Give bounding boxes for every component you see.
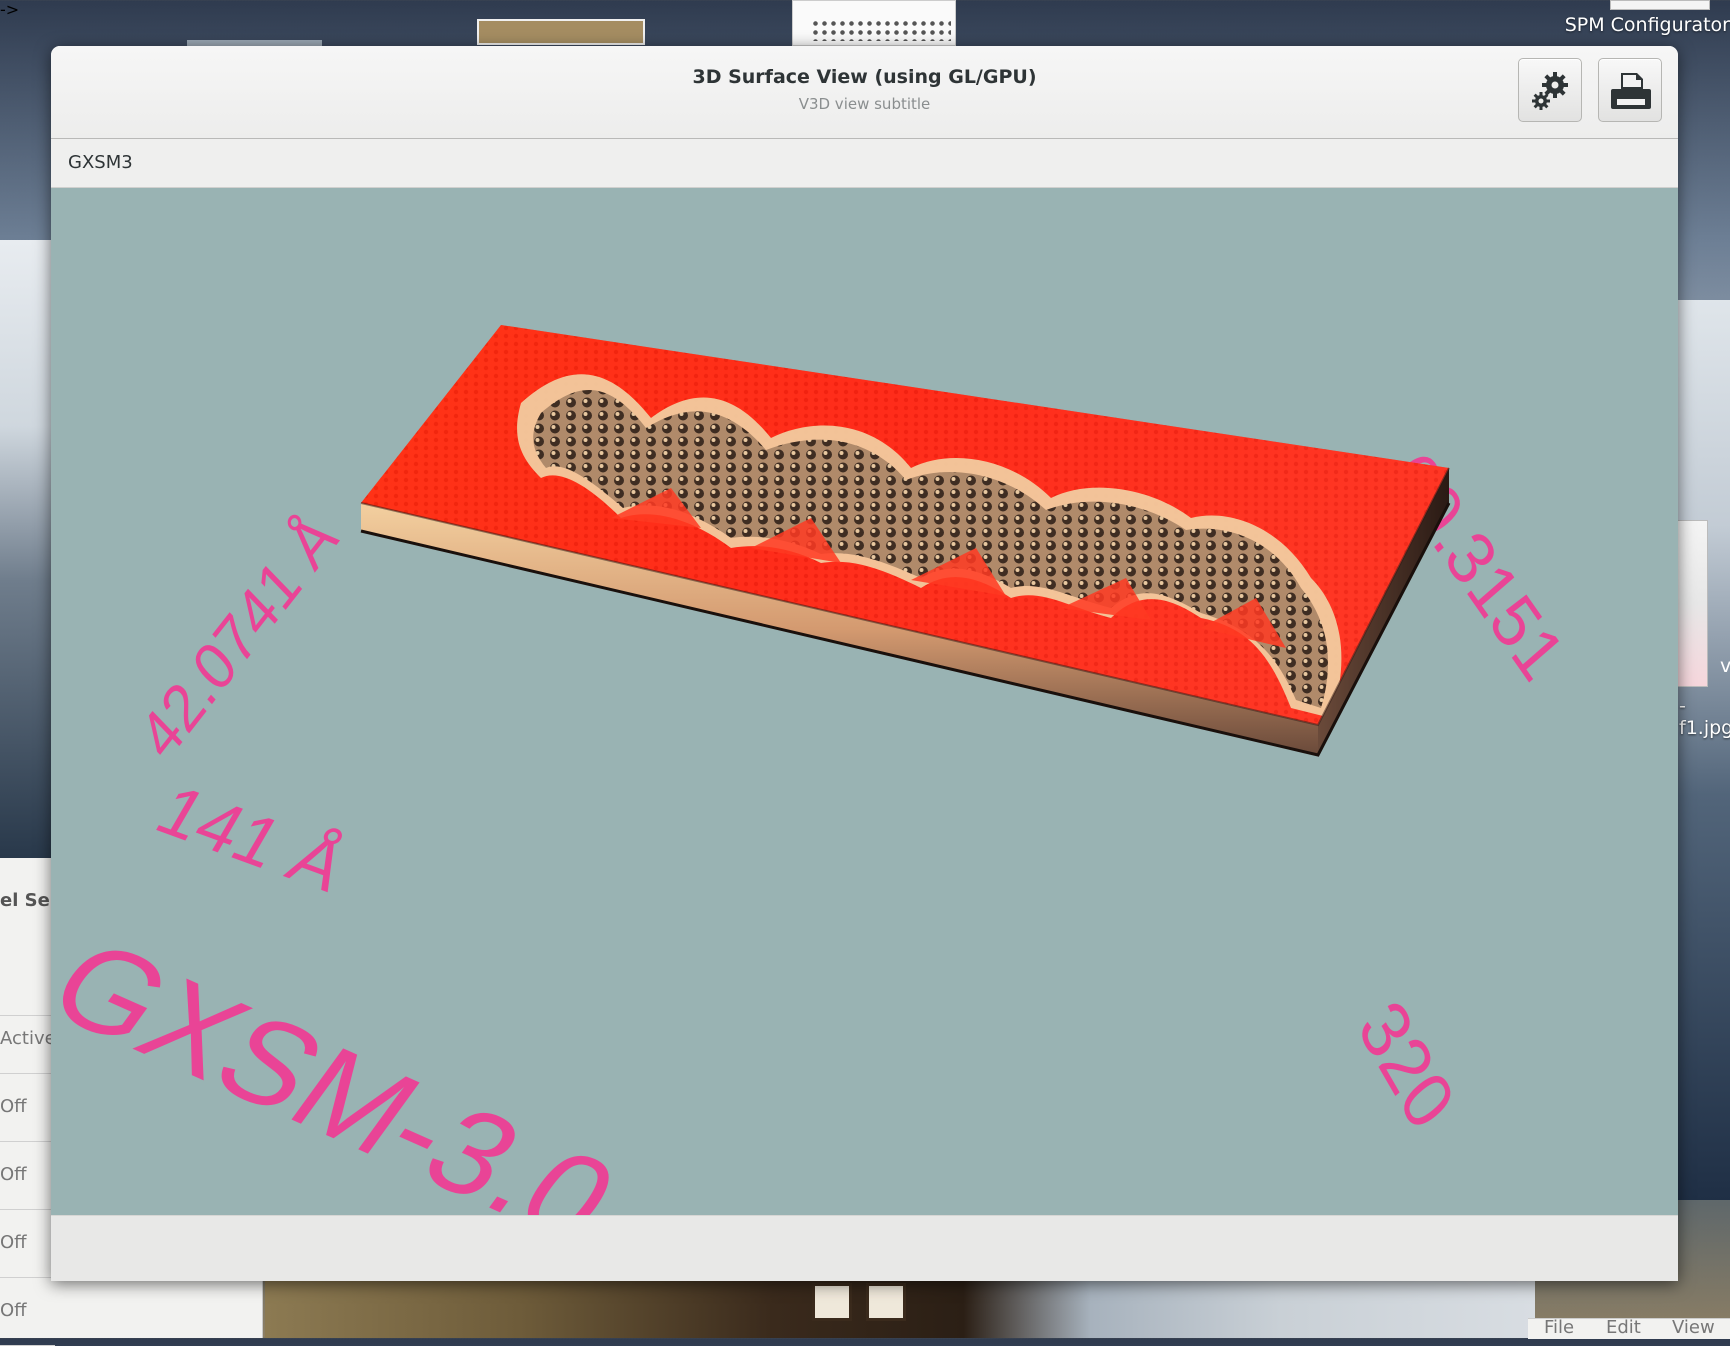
gears-icon: [1532, 72, 1568, 110]
desktop-wallpaper-right: [1670, 300, 1730, 1200]
status-bar: [51, 1215, 1678, 1281]
header-bar[interactable]: 3D Surface View (using GL/GPU) V3D view …: [51, 46, 1678, 139]
panel-row-active[interactable]: Active: [0, 1008, 56, 1074]
panel-row-off[interactable]: Off: [0, 1280, 55, 1346]
house-window: [866, 1283, 906, 1321]
panel-row-off[interactable]: Off: [0, 1212, 55, 1278]
surface-render: 42.0741 Å 60.3151 141 Å GXSM-3.0 320: [51, 325, 1580, 1215]
house-window: [812, 1283, 852, 1321]
side-label: v: [1720, 655, 1730, 677]
lattice-dots: [811, 19, 951, 41]
settings-button[interactable]: [1518, 58, 1582, 122]
menu-file[interactable]: File: [1544, 1317, 1574, 1338]
brand-label: GXSM-3.0: [51, 915, 642, 1215]
print-icon: [1611, 73, 1651, 109]
window-title: 3D Surface View (using GL/GPU): [692, 66, 1037, 88]
gl-3d-viewport[interactable]: 42.0741 Å 60.3151 141 Å GXSM-3.0 320: [51, 188, 1678, 1215]
panel-title: el Sel: [0, 890, 56, 911]
z-scale-label: 141 Å: [143, 771, 361, 906]
background-plot-thumbnail[interactable]: [1676, 520, 1708, 687]
menu-view[interactable]: View: [1672, 1317, 1715, 1338]
spm-configurator-label[interactable]: SPM Configurator: [1565, 14, 1730, 36]
panel-row-off[interactable]: Off: [0, 1144, 55, 1210]
background-menubar: File Edit View: [1528, 1317, 1730, 1339]
background-window-thumbnail[interactable]: [1610, 0, 1710, 10]
panel-row: [0, 950, 55, 1016]
gxsm3-menu[interactable]: GXSM3: [68, 152, 133, 173]
background-lattice-thumbnail[interactable]: [792, 0, 956, 46]
panel-row-off[interactable]: Off: [0, 1076, 55, 1142]
menu-bar: GXSM3: [51, 139, 1678, 188]
file-name-label[interactable]: -f1.jpg: [1679, 695, 1730, 739]
print-button[interactable]: [1598, 58, 1662, 122]
angle-label: 320: [1344, 984, 1471, 1145]
window-subtitle: V3D view subtitle: [798, 95, 931, 113]
background-window-thumbnail[interactable]: [477, 19, 645, 45]
menu-edit[interactable]: Edit: [1606, 1317, 1641, 1338]
v3d-window: 3D Surface View (using GL/GPU) V3D view …: [51, 46, 1678, 1281]
x-scale-label: 42.0741 Å: [128, 500, 350, 773]
